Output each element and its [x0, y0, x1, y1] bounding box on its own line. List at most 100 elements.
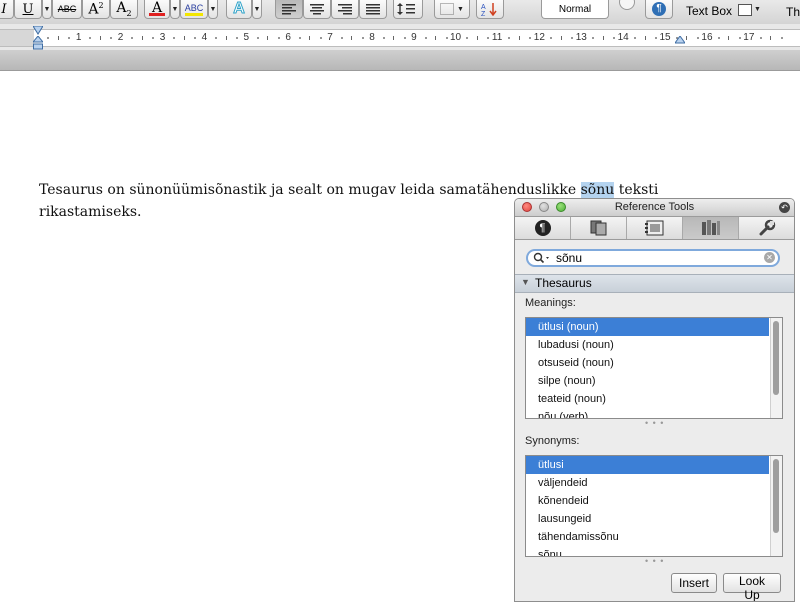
ruler-dot	[592, 37, 595, 39]
right-indent-marker[interactable]	[675, 36, 685, 44]
superscript-letter: A	[88, 1, 99, 18]
ruler-tick	[770, 36, 772, 40]
list-item[interactable]: teateid (noun)	[526, 390, 769, 408]
underline-button[interactable]: U	[14, 0, 42, 19]
strikethrough-button[interactable]: ABC	[52, 0, 82, 19]
ruler-dot	[256, 37, 259, 39]
left-indent-marker[interactable]	[33, 36, 43, 50]
wrench-icon	[759, 219, 775, 236]
ruler-dot	[445, 37, 448, 39]
ruler-dot	[152, 37, 155, 39]
styles-pane-button[interactable]: ¶	[645, 0, 673, 19]
ruler-tick	[518, 36, 520, 40]
ruler-dot	[215, 37, 218, 39]
text-effects-button[interactable]: A	[226, 0, 252, 19]
look-up-button[interactable]: Look Up	[723, 573, 781, 601]
align-center-button[interactable]	[303, 0, 331, 19]
first-line-indent-marker[interactable]	[33, 26, 43, 36]
ruler-number: 3	[159, 32, 166, 43]
list-item[interactable]: lausungeid	[526, 510, 769, 528]
meanings-splitter[interactable]: • • •	[645, 418, 664, 428]
highlight-button[interactable]: ABC	[180, 0, 208, 19]
ruler-number: 8	[369, 32, 375, 43]
style-normal-button[interactable]: Normal	[541, 0, 609, 19]
list-item[interactable]: väljendeid	[526, 474, 769, 492]
meanings-list[interactable]: ütlusi (noun) lubadusi (noun) otsuseid (…	[525, 317, 783, 419]
chevron-down-icon: ▼	[253, 5, 261, 13]
align-left-button[interactable]	[275, 0, 303, 19]
selected-word[interactable]: sõnu	[580, 182, 615, 198]
tab-reference-books[interactable]	[683, 217, 739, 239]
ruler-number: 1	[75, 32, 82, 43]
subscript-button[interactable]: A2	[110, 0, 138, 19]
subscript-mark: 2	[126, 8, 132, 18]
highlight-dropdown[interactable]: ▼	[208, 0, 218, 19]
search-field[interactable]: ✕	[526, 249, 780, 267]
ruler-number: 14	[617, 32, 629, 43]
style-normal-label: Normal	[558, 3, 592, 15]
italic-button[interactable]: I	[0, 0, 14, 19]
underline-dropdown[interactable]: ▼	[42, 0, 52, 19]
ruler-tick	[351, 36, 353, 40]
disclosure-triangle-icon[interactable]: ▼	[521, 277, 530, 287]
tab-toolbox[interactable]	[739, 217, 794, 239]
font-color-dropdown[interactable]: ▼	[170, 0, 180, 19]
ruler-dot	[361, 37, 364, 39]
chevron-down-icon: ▼	[209, 5, 217, 13]
synonyms-list[interactable]: ütlusi väljendeid kõnendeid lausungeid t…	[525, 455, 783, 557]
scrollbar-thumb[interactable]	[773, 459, 779, 533]
list-item[interactable]: silpe (noun)	[526, 372, 769, 390]
font-color-button[interactable]: A	[144, 0, 170, 19]
scrollbar-thumb[interactable]	[773, 321, 779, 395]
ruler-dot	[403, 37, 406, 39]
ruler-dot	[424, 37, 427, 39]
justify-button[interactable]	[359, 0, 387, 19]
ruler-tick	[57, 36, 59, 40]
list-item[interactable]: ütlusi	[526, 456, 769, 474]
subscript-label: A2	[116, 0, 131, 18]
clear-search-icon[interactable]: ✕	[764, 252, 775, 263]
panel-tabs: ¶	[515, 217, 794, 240]
themes-label[interactable]: Th	[786, 5, 800, 19]
svg-text:Z: Z	[481, 11, 486, 16]
list-item[interactable]: kõnendeid	[526, 492, 769, 510]
synonyms-scrollbar[interactable]	[770, 456, 782, 556]
collapse-panel-icon[interactable]: ↶	[779, 202, 790, 213]
list-item[interactable]: otsuseid (noun)	[526, 354, 769, 372]
text-box-button[interactable]: Text Box ▼	[686, 0, 770, 19]
insert-button[interactable]: Insert	[671, 573, 717, 593]
ruler-dot	[613, 37, 616, 39]
tab-styles[interactable]: ¶	[515, 217, 571, 239]
meanings-scrollbar[interactable]	[770, 318, 782, 418]
ruler-dot	[696, 37, 699, 39]
list-item[interactable]: tähendamissõnu	[526, 528, 769, 546]
ruler-tick	[183, 36, 185, 40]
sort-icon: AZ	[481, 3, 497, 16]
tab-scrapbook[interactable]	[571, 217, 627, 239]
synonyms-label: Synonyms:	[525, 435, 580, 447]
list-item[interactable]: lubadusi (noun)	[526, 336, 769, 354]
ruler-tick	[476, 36, 478, 40]
ruler-number: 9	[411, 32, 417, 43]
synonyms-splitter[interactable]: • • •	[645, 556, 664, 566]
line-spacing-button[interactable]	[393, 0, 423, 19]
style-gallery-scroll[interactable]	[619, 0, 635, 10]
ruler-number: 5	[243, 32, 250, 43]
ruler-dot	[277, 37, 280, 39]
superscript-button[interactable]: A2	[82, 0, 110, 19]
reference-books-icon	[701, 220, 720, 235]
ruler-number: 13	[575, 32, 587, 43]
meanings-items: ütlusi (noun) lubadusi (noun) otsuseid (…	[526, 318, 769, 418]
ruler-number: 17	[743, 32, 755, 43]
text-effects-label: A	[233, 0, 246, 18]
borders-button[interactable]: ▼	[434, 0, 470, 19]
list-item[interactable]: ütlusi (noun)	[526, 318, 769, 336]
search-input[interactable]	[556, 251, 756, 265]
align-right-button[interactable]	[331, 0, 359, 19]
search-icon[interactable]	[533, 252, 553, 265]
thesaurus-section-header[interactable]: ▼ Thesaurus	[515, 274, 794, 293]
ruler-dot	[68, 37, 71, 39]
text-effects-dropdown[interactable]: ▼	[252, 0, 262, 19]
tab-citations[interactable]	[627, 217, 683, 239]
sort-button[interactable]: AZ	[476, 0, 504, 19]
